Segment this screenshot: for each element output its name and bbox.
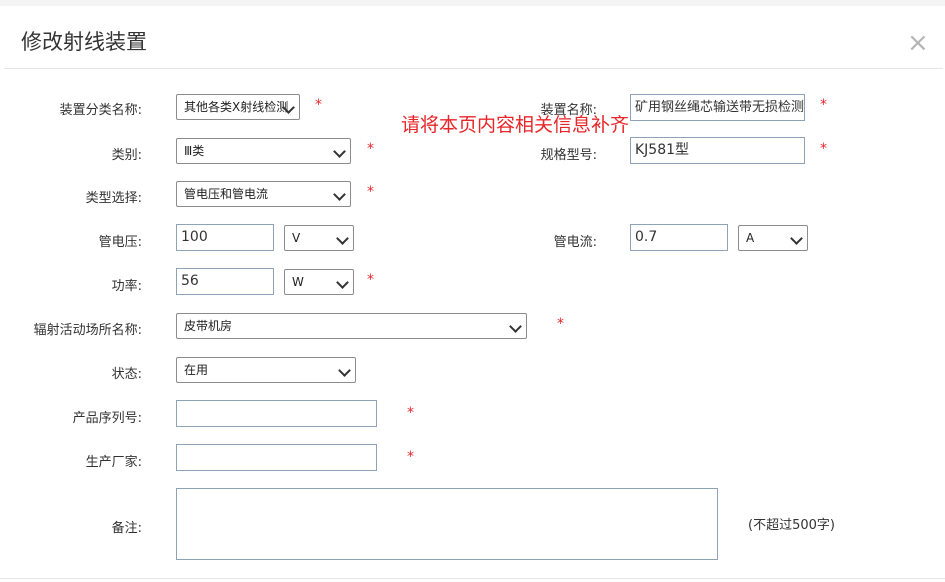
power-label: 功率: (111, 279, 142, 294)
power-unit: W (292, 275, 304, 289)
class-value: Ⅲ类 (184, 144, 205, 158)
tube-voltage-input[interactable]: 100 (176, 224, 274, 251)
device-category-label: 装置分类名称: (59, 103, 142, 118)
dialog-footer-divider (0, 578, 945, 579)
notice-text: 请将本页内容相关信息补齐 (401, 114, 630, 136)
class-select[interactable]: Ⅲ类 (176, 138, 351, 164)
chevron-down-icon (333, 145, 346, 158)
tube-current-unit-select[interactable]: A (738, 225, 808, 251)
edit-device-dialog: 修改射线装置 × 装置分类名称: 其他各类X射线检测 * 装置名称: 矿用钢丝绳… (0, 0, 945, 582)
tube-current-input[interactable]: 0.7 (630, 224, 728, 251)
manufacturer-label: 生产厂家: (85, 455, 142, 470)
power-unit-select[interactable]: W (284, 269, 354, 295)
close-icon[interactable]: × (907, 30, 929, 56)
dialog-header: 修改射线装置 × (4, 6, 943, 69)
serial-input[interactable] (176, 400, 377, 427)
status-value: 在用 (184, 363, 209, 377)
required-mark: * (407, 449, 414, 465)
required-mark: * (820, 97, 827, 113)
chevron-down-icon (509, 320, 522, 333)
tube-voltage-unit-select[interactable]: V (284, 225, 354, 251)
type-select-value: 管电压和管电流 (184, 187, 269, 201)
manufacturer-input[interactable] (176, 444, 377, 471)
required-mark: * (367, 184, 374, 200)
chevron-down-icon (333, 188, 346, 201)
model-label: 规格型号: (540, 148, 597, 163)
remark-length-hint: (不超过500字) (748, 518, 835, 533)
device-category-value: 其他各类X射线检测 (184, 100, 289, 114)
chevron-down-icon (790, 232, 803, 245)
tube-voltage-label: 管电压: (98, 235, 142, 250)
chevron-down-icon (336, 276, 349, 289)
status-select[interactable]: 在用 (176, 357, 356, 383)
required-mark: * (367, 272, 374, 288)
chevron-down-icon (338, 364, 351, 377)
tube-voltage-unit: V (292, 231, 301, 245)
tube-current-unit: A (746, 231, 755, 245)
required-mark: * (315, 97, 322, 113)
required-mark: * (367, 141, 374, 157)
radiation-site-select[interactable]: 皮带机房 (176, 313, 527, 339)
type-select[interactable]: 管电压和管电流 (176, 181, 351, 207)
power-input[interactable]: 56 (176, 268, 274, 295)
remark-textarea[interactable] (176, 488, 718, 560)
device-name-input[interactable]: 矿用钢丝绳芯输送带无损检测 (630, 94, 805, 121)
radiation-site-label: 辐射活动场所名称: (33, 323, 142, 338)
remark-label: 备注: (111, 521, 142, 536)
required-mark: * (820, 141, 827, 157)
type-select-label: 类型选择: (85, 191, 142, 206)
status-label: 状态: (111, 367, 142, 382)
class-label: 类别: (111, 148, 142, 163)
radiation-site-value: 皮带机房 (184, 319, 233, 333)
serial-label: 产品序列号: (72, 411, 142, 426)
tube-current-label: 管电流: (553, 235, 597, 250)
required-mark: * (407, 405, 414, 421)
required-mark: * (557, 316, 564, 332)
device-category-select[interactable]: 其他各类X射线检测 (176, 94, 300, 120)
model-input[interactable]: KJ581型 (630, 137, 805, 164)
chevron-down-icon (336, 232, 349, 245)
dialog-title: 修改射线装置 (21, 30, 147, 54)
